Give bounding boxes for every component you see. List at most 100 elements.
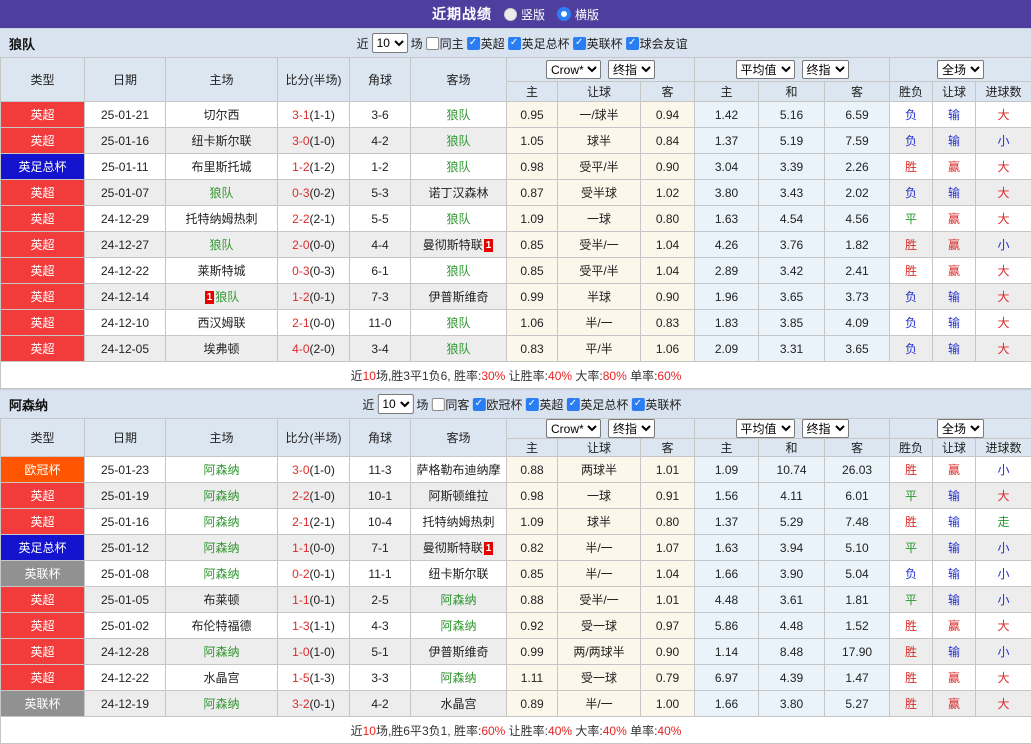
result-goals: 大 [976, 310, 1031, 336]
league-filter-option[interactable]: 英足总杯 [566, 396, 628, 413]
team-name[interactable]: 诺丁汉森林 [428, 186, 488, 200]
team-name[interactable]: 托特纳姆热刺 [185, 212, 257, 226]
same-venue-option[interactable]: 同主 [426, 35, 464, 52]
checkbox-checked-icon[interactable] [626, 37, 639, 50]
odds-stage-select[interactable]: 终指 [802, 60, 849, 79]
fulltime-score: 1-0 [292, 645, 309, 659]
league-filter-option[interactable]: 英超 [467, 35, 505, 52]
team-name[interactable]: 阿森纳 [203, 645, 239, 659]
odds-stage-select[interactable]: 终指 [608, 419, 655, 438]
recent-count-select[interactable]: 10 [377, 394, 413, 414]
team-name[interactable]: 狼队 [446, 108, 470, 122]
team-name[interactable]: 阿斯顿维拉 [428, 489, 488, 503]
score-cell: 3-1(1-1) [278, 102, 350, 128]
result-goals: 大 [976, 206, 1031, 232]
team-name[interactable]: 狼队 [446, 316, 470, 330]
away-team-cell: 狼队 [411, 102, 507, 128]
scope-select[interactable]: 全场 [937, 419, 984, 438]
away-team-cell: 阿森纳 [411, 587, 507, 613]
scope-select[interactable]: 全场 [937, 60, 984, 79]
team-name[interactable]: 狼队 [446, 342, 470, 356]
team-name[interactable]: 阿森纳 [203, 515, 239, 529]
league-filter-option[interactable]: 欧冠杯 [472, 396, 522, 413]
away-team-cell: 托特纳姆热刺 [411, 509, 507, 535]
team-name[interactable]: 阿森纳 [203, 489, 239, 503]
layout-horizontal-option[interactable]: 横版 [557, 6, 599, 23]
team-name[interactable]: 纽卡斯尔联 [428, 567, 488, 581]
corners-cell: 3-4 [350, 336, 411, 362]
checkbox-checked-icon[interactable] [631, 398, 644, 411]
corners-cell: 10-4 [350, 509, 411, 535]
home-team-cell: 切尔西 [166, 102, 278, 128]
fulltime-score: 0-3 [292, 186, 309, 200]
team-title: 阿森纳 [9, 395, 48, 414]
team-name[interactable]: 阿森纳 [203, 567, 239, 581]
handicap-home-odds: 0.83 [507, 336, 558, 362]
team-name[interactable]: 阿森纳 [203, 463, 239, 477]
team-name[interactable]: 布莱顿 [203, 593, 239, 607]
team-name[interactable]: 曼彻斯特联 [423, 541, 483, 555]
corners-cell: 5-1 [350, 639, 411, 665]
avg-away-odds: 7.59 [825, 128, 890, 154]
same-venue-option[interactable]: 同客 [431, 396, 469, 413]
away-team-cell: 狼队 [411, 154, 507, 180]
team-name[interactable]: 埃弗顿 [203, 342, 239, 356]
team-name[interactable]: 狼队 [209, 186, 233, 200]
team-name[interactable]: 伊普斯维奇 [428, 645, 488, 659]
league-filter-option[interactable]: 英联杯 [631, 396, 681, 413]
checkbox-checked-icon[interactable] [467, 37, 480, 50]
team-name[interactable]: 托特纳姆热刺 [422, 515, 494, 529]
team-name[interactable]: 纽卡斯尔联 [191, 134, 251, 148]
layout-vertical-option[interactable]: 竖版 [504, 6, 545, 23]
average-select[interactable]: 平均值 [736, 419, 795, 438]
team-name[interactable]: 阿森纳 [440, 671, 476, 685]
team-name[interactable]: 切尔西 [203, 108, 239, 122]
team-name[interactable]: 莱斯特城 [197, 264, 245, 278]
team-name[interactable]: 狼队 [446, 134, 470, 148]
average-select[interactable]: 平均值 [736, 60, 795, 79]
team-name[interactable]: 水晶宫 [440, 697, 476, 711]
team-name[interactable]: 萨格勒布迪纳摩 [416, 463, 500, 477]
checkbox-checked-icon[interactable] [472, 398, 485, 411]
team-name[interactable]: 阿森纳 [203, 541, 239, 555]
team-name[interactable]: 曼彻斯特联 [423, 238, 483, 252]
league-filter-option[interactable]: 球会友谊 [626, 35, 688, 52]
team-name[interactable]: 狼队 [446, 264, 470, 278]
team-name[interactable]: 布里斯托城 [191, 160, 251, 174]
radio-unchecked-icon[interactable] [504, 8, 517, 21]
match-date: 24-12-22 [85, 258, 166, 284]
away-team-cell: 伊普斯维奇 [411, 284, 507, 310]
team-name[interactable]: 布伦特福德 [191, 619, 251, 633]
team-name[interactable]: 阿森纳 [440, 593, 476, 607]
checkbox-checked-icon[interactable] [566, 398, 579, 411]
league-filter-option[interactable]: 英足总杯 [508, 35, 570, 52]
team-name[interactable]: 狼队 [215, 290, 239, 304]
result-wdl: 负 [890, 102, 933, 128]
topbar: 近期战绩 竖版 横版 [0, 0, 1031, 28]
bookmaker-select[interactable]: Crow* [546, 60, 601, 79]
checkbox-checked-icon[interactable] [525, 398, 538, 411]
checkbox-checked-icon[interactable] [508, 37, 521, 50]
home-team-cell: 埃弗顿 [166, 336, 278, 362]
radio-checked-icon[interactable] [557, 7, 571, 21]
handicap-away-odds: 0.80 [641, 509, 695, 535]
league-filter-option[interactable]: 英联杯 [573, 35, 623, 52]
table-row: 英超 24-12-05 埃弗顿 4-0(2-0) 3-4 狼队 0.83 平/半… [1, 336, 1031, 362]
summary-row: 近10场,胜3平1负6, 胜率:30% 让胜率:40% 大率:80% 单率:60… [1, 362, 1031, 389]
league-filter-option[interactable]: 英超 [525, 396, 563, 413]
team-name[interactable]: 狼队 [446, 160, 470, 174]
team-name[interactable]: 水晶宫 [203, 671, 239, 685]
team-name[interactable]: 伊普斯维奇 [428, 290, 488, 304]
checkbox-checked-icon[interactable] [573, 37, 586, 50]
odds-stage-select[interactable]: 终指 [608, 60, 655, 79]
checkbox-unchecked-icon[interactable] [426, 37, 439, 50]
odds-stage-select[interactable]: 终指 [802, 419, 849, 438]
checkbox-unchecked-icon[interactable] [431, 398, 444, 411]
team-name[interactable]: 西汉姆联 [197, 316, 245, 330]
team-name[interactable]: 狼队 [209, 238, 233, 252]
team-name[interactable]: 狼队 [446, 212, 470, 226]
recent-count-select[interactable]: 10 [372, 33, 408, 53]
team-name[interactable]: 阿森纳 [440, 619, 476, 633]
team-name[interactable]: 阿森纳 [203, 697, 239, 711]
bookmaker-select[interactable]: Crow* [546, 419, 601, 438]
